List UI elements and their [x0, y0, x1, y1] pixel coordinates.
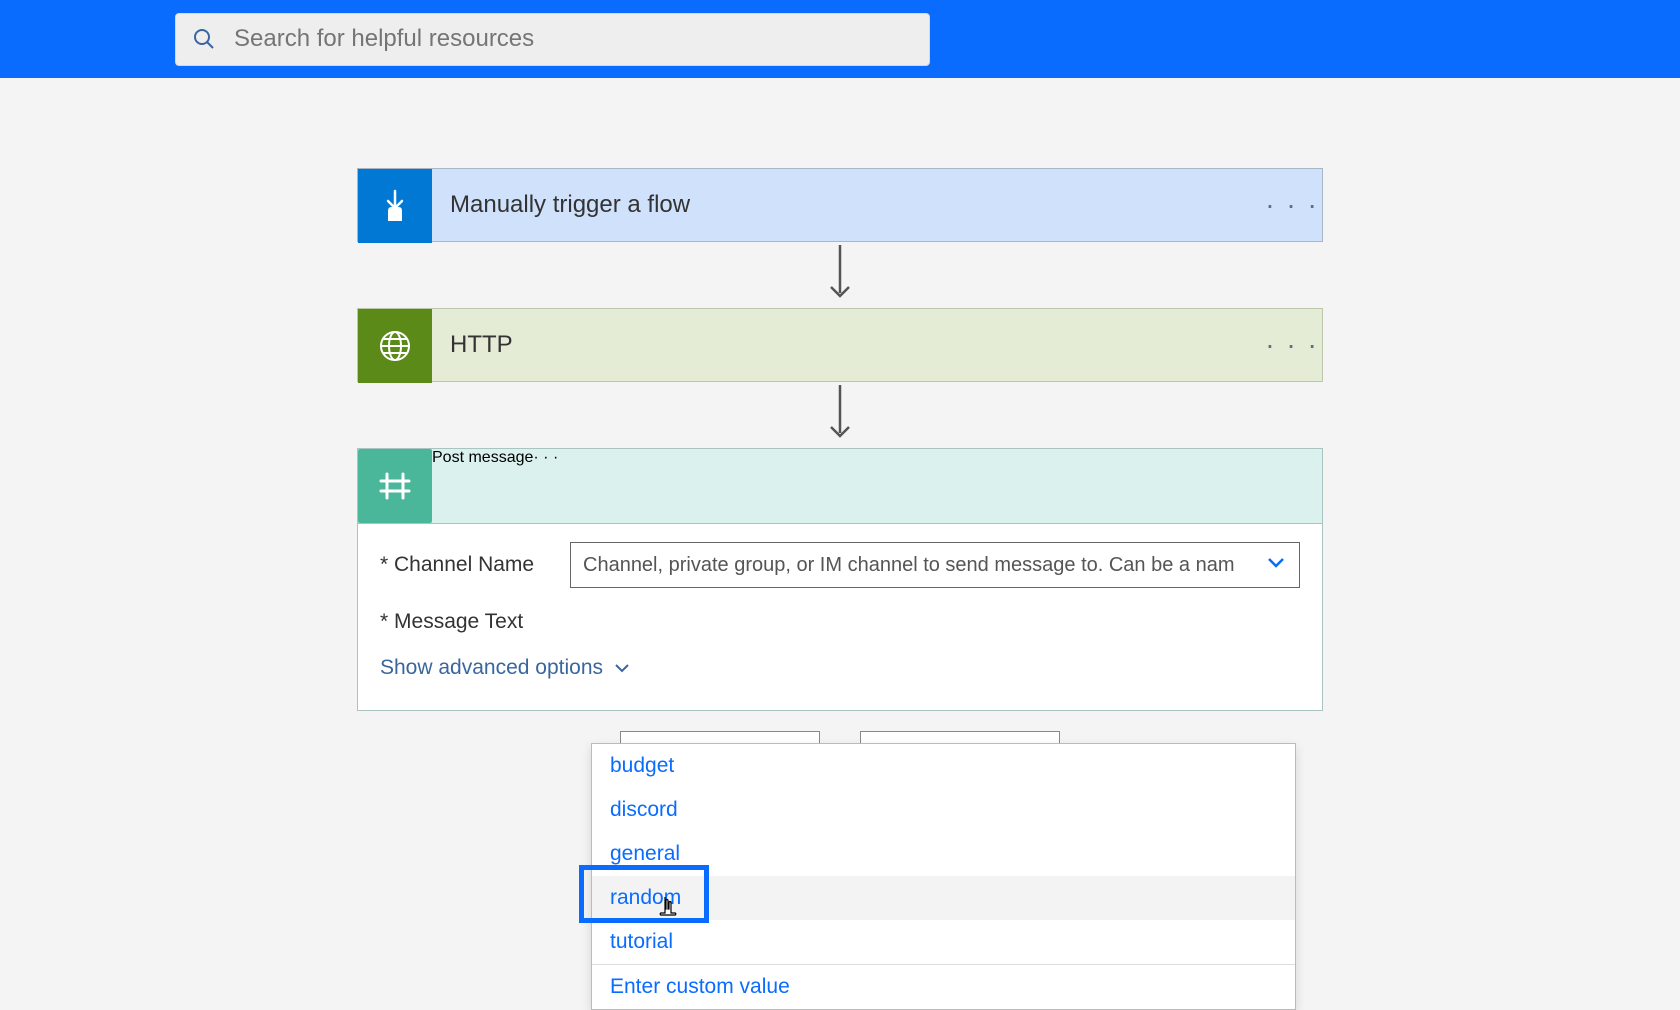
step-post-message: Post message · · · * Channel Name Channe… [357, 448, 1323, 711]
field-channel-row: * Channel Name Channel, private group, o… [380, 542, 1300, 588]
step-title: Post message [432, 449, 533, 523]
search-box[interactable] [175, 13, 930, 66]
dropdown-option-tutorial[interactable]: tutorial [592, 920, 1295, 964]
field-message-row: * Message Text [380, 610, 1300, 634]
dropdown-option-discord[interactable]: discord [592, 788, 1295, 832]
search-input[interactable] [234, 25, 913, 53]
top-bar [0, 0, 1680, 78]
select-placeholder: Channel, private group, or IM channel to… [583, 554, 1235, 577]
slack-icon [358, 449, 432, 523]
dropdown-option-custom[interactable]: Enter custom value [592, 965, 1295, 1009]
step-title: Manually trigger a flow [432, 169, 1262, 241]
search-icon [192, 27, 216, 51]
flow-column: Manually trigger a flow · · · HTTP · · ·… [357, 168, 1323, 783]
chevron-down-icon [613, 659, 631, 677]
step-title: HTTP [432, 309, 1262, 381]
step-header[interactable]: Post message · · · [358, 449, 1322, 523]
dropdown-option-general[interactable]: general [592, 832, 1295, 876]
connector [357, 242, 1323, 308]
dropdown-option-random[interactable]: random [592, 876, 1295, 920]
field-label: * Channel Name [380, 553, 570, 577]
channel-dropdown: budget discord general random tutorial E… [591, 743, 1296, 1010]
chevron-down-icon [1265, 551, 1287, 579]
trigger-icon [358, 169, 432, 243]
step-menu-button[interactable]: · · · [533, 449, 558, 523]
show-advanced-options[interactable]: Show advanced options [380, 656, 631, 680]
dropdown-option-budget[interactable]: budget [592, 744, 1295, 788]
step-body: * Channel Name Channel, private group, o… [358, 523, 1322, 710]
field-label: * Message Text [380, 610, 570, 634]
step-trigger[interactable]: Manually trigger a flow · · · [357, 168, 1323, 242]
connector [357, 382, 1323, 448]
channel-select[interactable]: Channel, private group, or IM channel to… [570, 542, 1300, 588]
step-menu-button[interactable]: · · · [1262, 169, 1322, 241]
flow-canvas: Manually trigger a flow · · · HTTP · · ·… [0, 78, 1680, 945]
step-http[interactable]: HTTP · · · [357, 308, 1323, 382]
http-icon [358, 309, 432, 383]
step-menu-button[interactable]: · · · [1262, 309, 1322, 381]
